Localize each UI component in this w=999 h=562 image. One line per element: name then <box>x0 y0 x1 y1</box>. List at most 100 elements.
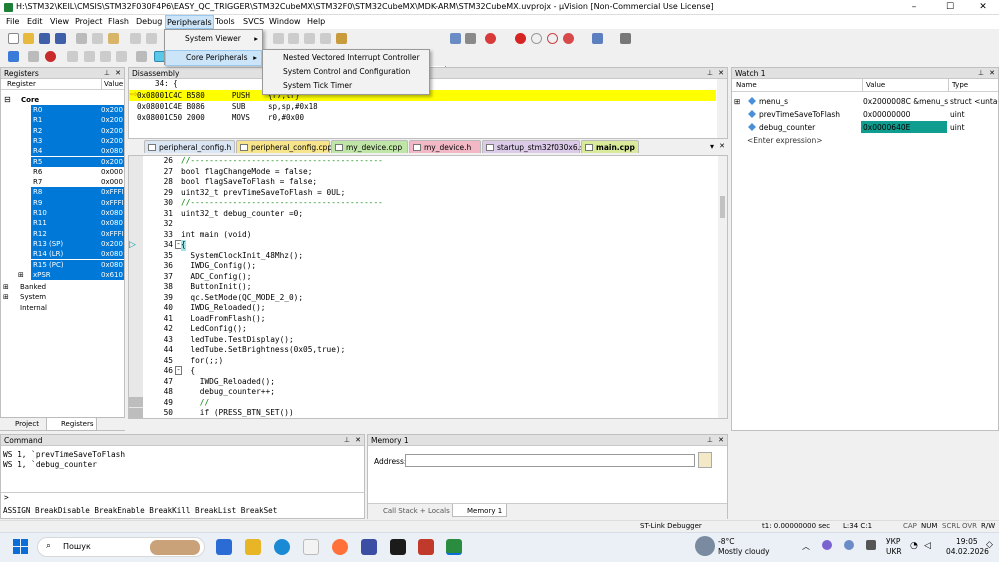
redo-icon[interactable] <box>146 33 157 44</box>
tab-peripheral-config-cpp[interactable]: peripheral_config.cpp <box>236 140 332 153</box>
pin-icon[interactable]: ⊥ <box>344 435 350 445</box>
tab-call-stack[interactable]: Call Stack + Locals <box>372 507 450 515</box>
breakpoint-list-icon[interactable] <box>563 33 574 44</box>
maximize-button[interactable]: ☐ <box>933 0 967 15</box>
disassembly-line[interactable]: 0x08001C50 2000 MOVS r0,#0x00 <box>137 112 304 123</box>
register-row[interactable]: R15 (PC) 0x0800 <box>0 259 124 270</box>
pin-icon[interactable]: ⊥ <box>104 68 110 78</box>
register-row[interactable]: R6 0x0000 <box>0 167 124 177</box>
register-row[interactable]: R13 (SP) 0x2000 <box>0 238 124 250</box>
show-next-statement-icon[interactable] <box>136 51 147 62</box>
menu-file[interactable]: File <box>6 17 19 26</box>
register-row[interactable]: R8 0xFFFF <box>0 187 124 198</box>
tab-peripheral-config-h[interactable]: peripheral_config.h <box>144 140 235 153</box>
volume-icon[interactable]: ◁ <box>924 541 931 551</box>
reset-icon[interactable] <box>8 51 19 62</box>
tab-startup-s[interactable]: startup_stm32f030x6.s <box>482 140 584 153</box>
run-icon[interactable] <box>28 51 39 62</box>
wifi-icon[interactable]: ◔ <box>910 541 918 551</box>
save-all-icon[interactable] <box>55 33 66 44</box>
editor-scrollbar[interactable] <box>718 156 727 418</box>
code-line[interactable]: if (PRESS_BTN_SET()) <box>181 408 294 419</box>
menu-flash[interactable]: Flash <box>108 17 129 26</box>
edge-icon[interactable] <box>274 539 290 555</box>
register-row[interactable]: R14 (LR) 0x0800 <box>0 249 124 260</box>
app-icon[interactable] <box>361 539 377 555</box>
register-row[interactable]: R5 0x2000 <box>0 156 124 167</box>
store-icon[interactable] <box>303 539 319 555</box>
code-line[interactable]: ledTube.SetBrightness(0x05,true); <box>181 345 345 356</box>
weather-icon[interactable] <box>695 536 715 556</box>
menu-item-nvic[interactable]: Nested Vectored Interrupt Controller <box>263 51 429 65</box>
code-line[interactable]: IWDG_Config(); <box>181 261 256 272</box>
tab-list-chevron-icon[interactable]: ▾ <box>710 142 714 151</box>
close-icon[interactable]: ✕ <box>355 435 361 445</box>
chevron-up-icon[interactable]: ︿ <box>802 541 810 552</box>
close-window-button[interactable]: ✕ <box>966 0 999 15</box>
stop-icon[interactable] <box>45 51 56 62</box>
group-system[interactable]: System <box>20 293 46 301</box>
code-line[interactable]: LoadFromFlash(); <box>181 314 265 325</box>
step-out-icon[interactable] <box>100 51 111 62</box>
register-row[interactable]: R3 0x2000 <box>0 135 124 147</box>
menu-view[interactable]: View <box>50 17 69 26</box>
keyboard-layout[interactable]: УКР <box>886 537 900 546</box>
close-icon[interactable]: ✕ <box>115 68 121 78</box>
menu-peripherals[interactable]: Peripherals <box>165 15 214 29</box>
code-line[interactable]: ButtonInit(); <box>181 282 251 293</box>
menu-edit[interactable]: Edit <box>27 17 43 26</box>
firefox-icon[interactable] <box>332 539 348 555</box>
lock-icon[interactable] <box>698 452 712 468</box>
register-row[interactable]: R4 0x0800 <box>0 146 124 157</box>
code-line[interactable]: ledTube.TestDisplay(); <box>181 335 293 346</box>
task-view-icon[interactable] <box>216 539 232 555</box>
unindent-icon[interactable] <box>288 33 299 44</box>
menu-item-system-viewer[interactable]: System Viewer ▸ <box>165 32 262 46</box>
banked-expand-icon[interactable]: ⊞ <box>3 283 9 291</box>
code-line[interactable]: debug_counter++; <box>181 387 275 398</box>
paste-icon[interactable] <box>108 33 119 44</box>
tray-app-icon[interactable] <box>844 540 854 550</box>
code-line[interactable]: IWDG_Reloaded(); <box>181 303 265 314</box>
watch-row-prev-time[interactable]: prevTimeSaveToFlash 0x00000000 uint <box>731 108 999 121</box>
menu-svcs[interactable]: SVCS <box>243 17 264 26</box>
disassembly-line[interactable]: 34: { <box>137 78 178 89</box>
tray-app-icon[interactable] <box>822 540 832 550</box>
notification-bell-icon[interactable]: ◇ <box>986 540 993 550</box>
file-explorer-icon[interactable] <box>245 539 261 555</box>
windows-start-icon[interactable] <box>13 539 28 554</box>
uvision-taskbar-icon[interactable] <box>446 539 462 555</box>
code-line[interactable]: { <box>181 366 195 377</box>
code-line[interactable]: //--------------------------------------… <box>181 198 383 209</box>
code-line[interactable]: int main (void) <box>181 230 251 241</box>
configure-icon[interactable] <box>620 33 631 44</box>
system-expand-icon[interactable]: ⊞ <box>3 293 9 301</box>
code-line[interactable]: LedConfig(); <box>181 324 246 335</box>
comment-icon[interactable] <box>304 33 315 44</box>
breakpoint-disable-icon[interactable] <box>531 33 542 44</box>
code-line[interactable]: bool flagSaveToFlash = false; <box>181 177 317 188</box>
core-group[interactable]: ⊟ Core <box>1 95 125 105</box>
code-line[interactable]: uint32_t debug_counter =0; <box>181 209 303 220</box>
close-icon[interactable]: ✕ <box>989 68 995 78</box>
menu-item-systick[interactable]: System Tick Timer <box>263 79 429 93</box>
disassembly-line[interactable]: 0x08001C4E B086 SUB sp,sp,#0x18 <box>137 101 318 112</box>
minimize-button[interactable]: – <box>897 0 931 15</box>
menu-help[interactable]: Help <box>307 17 325 26</box>
save-icon[interactable] <box>39 33 50 44</box>
tab-project[interactable]: Project <box>3 420 39 428</box>
clock-time[interactable]: 19:05 <box>956 537 978 546</box>
menu-item-system-control[interactable]: System Control and Configuration <box>263 65 429 79</box>
options-icon[interactable] <box>465 33 476 44</box>
address-input[interactable] <box>405 454 695 467</box>
app-icon[interactable] <box>418 539 434 555</box>
open-folder-icon[interactable] <box>23 33 34 44</box>
register-row[interactable]: R1 0x2000 <box>0 115 124 126</box>
find-in-files-icon[interactable] <box>450 33 461 44</box>
code-line[interactable]: SystemClockInit_48Mhz(); <box>181 251 303 262</box>
weather-temp[interactable]: -8°C <box>718 537 734 546</box>
register-row[interactable]: R11 0x0800 <box>0 218 124 229</box>
copy-icon[interactable] <box>92 33 103 44</box>
register-row[interactable]: R7 0x0000 <box>0 177 124 187</box>
step-over-icon[interactable] <box>84 51 95 62</box>
